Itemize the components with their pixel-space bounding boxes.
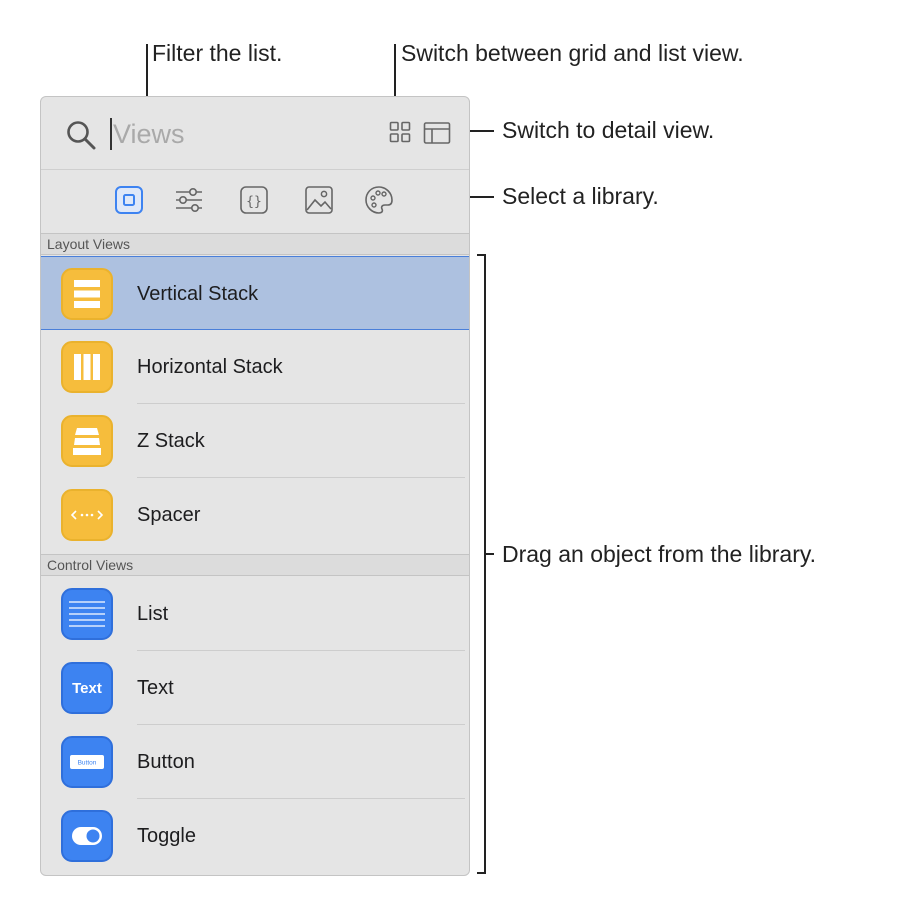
modifiers-library-icon[interactable]	[173, 184, 205, 216]
search-icon	[67, 121, 96, 150]
text-icon: Text	[61, 662, 113, 714]
search-bar	[41, 97, 469, 170]
list-item-label: Horizontal Stack	[137, 356, 283, 378]
button-icon: Button	[61, 736, 113, 788]
detail-view-icon[interactable]	[423, 121, 451, 145]
list-item-label: Vertical Stack	[137, 283, 259, 305]
list-item-vertical-stack[interactable]: Vertical Stack	[41, 256, 469, 330]
drag-callout: Drag an object from the library.	[502, 541, 817, 567]
spacer-icon	[61, 489, 113, 541]
list-item-label: Button	[137, 751, 195, 773]
svg-text:Text: Text	[72, 680, 102, 697]
media-library-icon[interactable]	[303, 184, 335, 216]
list-item-text[interactable]: Text Text	[41, 651, 469, 725]
svg-text:{}: {}	[246, 195, 262, 210]
search-input[interactable]	[113, 115, 343, 153]
library-callout: Select a library.	[502, 183, 659, 209]
horizontal-stack-icon	[61, 341, 113, 393]
list-item-spacer[interactable]: Spacer	[41, 478, 469, 552]
toggle-icon	[61, 810, 113, 862]
list-item-button[interactable]: Button Button	[41, 725, 469, 799]
grid-list-callout: Switch between grid and list view.	[401, 40, 744, 66]
list-item-toggle[interactable]: Toggle	[41, 799, 469, 873]
filter-callout: Filter the list.	[152, 40, 283, 66]
list-item-label: Text	[137, 677, 174, 699]
svg-text:Button: Button	[78, 760, 97, 767]
list-item-z-stack[interactable]: Z Stack	[41, 404, 469, 478]
list-item-label: List	[137, 603, 169, 625]
grid-view-icon[interactable]	[389, 121, 411, 143]
library-selector: {}	[41, 170, 469, 234]
filter-callout-line	[146, 44, 148, 104]
list-item-label: Spacer	[137, 504, 201, 526]
snippets-library-icon[interactable]: {}	[238, 184, 270, 216]
vertical-stack-icon	[61, 268, 113, 320]
z-stack-icon	[61, 415, 113, 467]
views-library-icon[interactable]	[113, 184, 145, 216]
list-item-list[interactable]: List	[41, 577, 469, 651]
color-library-icon[interactable]	[363, 184, 395, 216]
list-item-horizontal-stack[interactable]: Horizontal Stack	[41, 330, 469, 404]
list-item-label: Toggle	[137, 825, 196, 847]
section-header-control-views: Control Views	[41, 554, 469, 576]
grid-list-callout-line	[394, 44, 396, 104]
text-caret	[110, 118, 112, 150]
list-item-label: Z Stack	[137, 430, 205, 452]
list-icon	[61, 588, 113, 640]
section-header-layout-views: Layout Views	[41, 233, 469, 255]
library-panel: {} Layout Views Vertical Stack	[40, 96, 470, 876]
detail-callout: Switch to detail view.	[502, 117, 715, 143]
